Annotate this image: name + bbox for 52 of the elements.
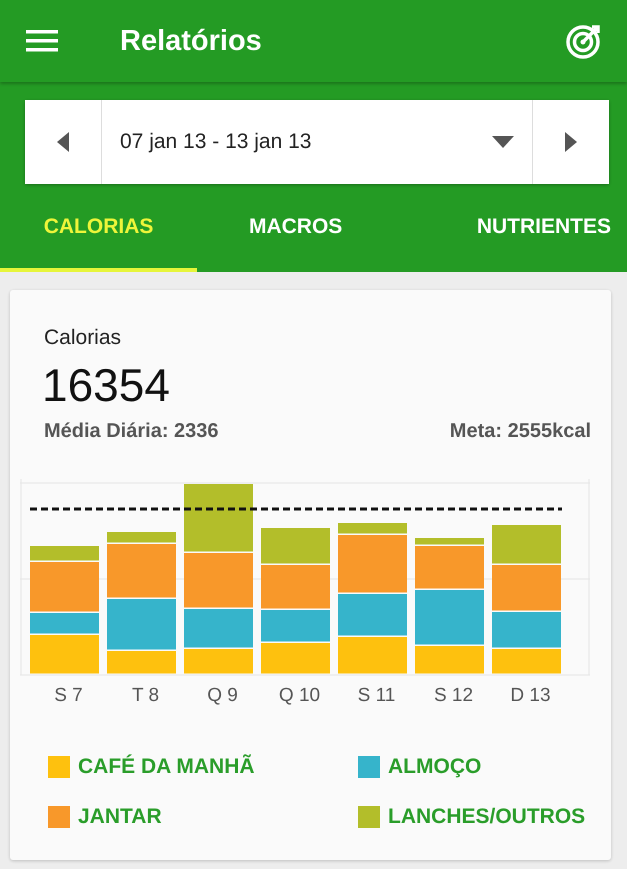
right-triangle-icon <box>565 132 577 152</box>
bar-segment <box>30 546 99 560</box>
bar-segment <box>338 637 407 674</box>
bar-segment <box>338 535 407 592</box>
bar-segment <box>107 651 176 674</box>
bar-segment <box>184 484 253 552</box>
daily-average: Média Diária: 2336 <box>44 420 219 443</box>
bar-segment <box>492 612 561 648</box>
calories-label: Calorias <box>43 326 122 350</box>
bar-segment <box>107 544 176 598</box>
tab[interactable]: NUTRIENTES <box>394 186 627 272</box>
bar-segment <box>261 565 330 608</box>
legend-label: JANTAR <box>78 805 162 829</box>
bar-segment <box>261 610 330 642</box>
date-range-dropdown[interactable]: 07 jan 13 - 13 jan 13 <box>101 100 533 184</box>
bar-segment <box>261 528 330 564</box>
tab[interactable]: CALORIAS <box>0 186 198 272</box>
bar-segment <box>492 649 561 674</box>
bar-segment <box>492 525 561 564</box>
day-label: Q 10 <box>278 685 322 707</box>
day-label: S 7 <box>53 685 84 707</box>
day-label: S 11 <box>356 685 396 707</box>
bar-segment <box>415 546 484 588</box>
bar-segment <box>415 590 484 644</box>
calories-total: 16354 <box>41 358 171 412</box>
legend-label: ALMOÇO <box>388 755 482 779</box>
bar-segment <box>492 565 561 610</box>
screen-title: Relatórios <box>120 24 263 58</box>
bar-segment <box>415 538 484 544</box>
menu-icon[interactable] <box>26 30 58 52</box>
bar-segment <box>30 562 99 612</box>
bar-segment <box>338 523 407 534</box>
left-triangle-icon <box>57 132 69 152</box>
bar-segment <box>184 649 253 674</box>
calorie-goal: Meta: 2555kcal <box>450 420 591 443</box>
day-label: T 8 <box>130 685 160 707</box>
bar-segment <box>184 609 253 648</box>
legend-label: CAFÉ DA MANHÃ <box>78 755 255 779</box>
bar-segment <box>30 635 99 674</box>
dropdown-icon <box>492 136 514 148</box>
bar-segment <box>107 532 176 542</box>
bar-segment <box>184 553 253 608</box>
legend-label: LANCHES/OUTROS <box>388 805 586 829</box>
bar-segment <box>338 594 407 636</box>
bar-segment <box>261 643 330 674</box>
day-label: S 12 <box>432 685 474 707</box>
tab[interactable]: MACROS <box>197 186 394 272</box>
day-label: Q 9 <box>206 685 239 707</box>
bar-segment <box>415 646 484 674</box>
day-label: D 13 <box>509 685 552 707</box>
bar-segment <box>30 613 99 634</box>
bar-segment <box>107 599 176 650</box>
